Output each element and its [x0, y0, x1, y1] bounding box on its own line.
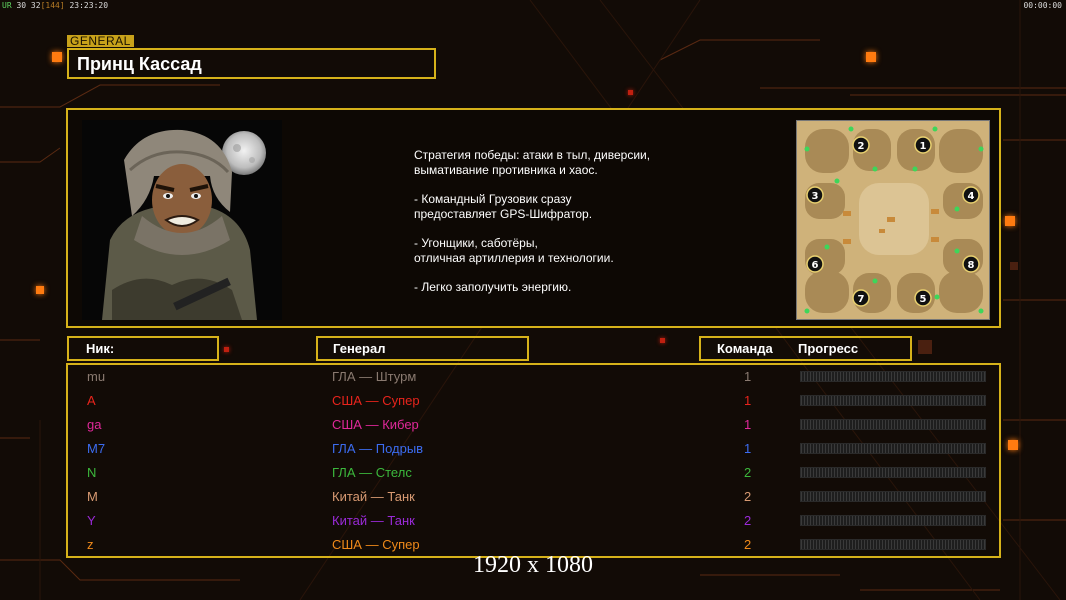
spawn-label: 7 — [858, 294, 865, 305]
player-progress-bar — [800, 395, 986, 406]
player-progress-bar — [800, 419, 986, 430]
player-nick: Y — [87, 513, 96, 528]
minimap: 1 2 3 4 5 6 7 8 — [796, 120, 990, 320]
decor-square — [628, 90, 633, 95]
spawn-label: 2 — [858, 141, 865, 152]
player-row: Y Китай — Танк 2 — [68, 511, 999, 533]
decor-square — [52, 52, 62, 62]
player-general: Китай — Танк — [332, 513, 415, 528]
player-team: 2 — [744, 489, 752, 504]
nick-header: Ник: — [67, 336, 219, 361]
clock: 23:23:20 — [69, 1, 109, 10]
player-nick: A — [87, 393, 96, 408]
player-nick: M7 — [87, 441, 106, 456]
general-info-panel: Стратегия победы: атаки в тыл, диверсии,… — [66, 108, 1001, 328]
spawn-marker: 5 — [914, 289, 932, 307]
player-team: 2 — [744, 513, 752, 528]
player-progress-bar — [800, 491, 986, 502]
spawn-label: 3 — [812, 191, 819, 202]
player-team: 1 — [744, 393, 752, 408]
player-general: ГЛА — Подрыв — [332, 441, 424, 456]
player-team: 2 — [744, 537, 752, 552]
player-progress-bar — [800, 539, 986, 550]
player-progress-bar — [800, 467, 986, 478]
decor-square — [224, 347, 229, 352]
player-general: США — Супер — [332, 537, 420, 552]
player-general: ГЛА — Штурм — [332, 369, 417, 384]
general-portrait — [82, 120, 282, 320]
decor-square — [866, 52, 876, 62]
player-row: ga США — Кибер 1 — [68, 415, 999, 437]
spawn-label: 5 — [920, 294, 927, 305]
strategy-description: Стратегия победы: атаки в тыл, диверсии,… — [414, 148, 754, 309]
player-row: mu ГЛА — Штурм 1 — [68, 367, 999, 389]
player-nick: N — [87, 465, 97, 480]
strategy-line: Стратегия победы: атаки в тыл, диверсии,… — [414, 148, 651, 177]
progress-header-label: Прогресс — [798, 341, 859, 356]
player-general: ГЛА — Стелс — [332, 465, 412, 480]
spawn-label: 8 — [968, 260, 975, 271]
player-nick: mu — [87, 369, 106, 384]
decor-square — [36, 286, 44, 294]
spawn-label: 4 — [968, 191, 975, 202]
strategy-line: - Легко заполучить энергию. — [414, 280, 572, 294]
general-header: Генерал — [316, 336, 529, 361]
player-team: 1 — [744, 441, 752, 456]
player-nick: z — [87, 537, 94, 552]
spawn-marker: 2 — [852, 136, 870, 154]
spawn-marker: 6 — [806, 255, 824, 273]
general-name: Принц Кассад — [77, 54, 202, 74]
resolution-label: 1920 x 1080 — [473, 552, 593, 578]
general-tag: GENERAL — [67, 35, 134, 47]
spawn-label: 6 — [812, 260, 819, 271]
fps-values: 30 32 — [16, 1, 41, 10]
decor-square — [1010, 262, 1018, 270]
team-progress-header: Команда Прогресс — [699, 336, 912, 361]
decor-square — [918, 340, 932, 354]
general-name-box: Принц Кассад — [67, 48, 436, 79]
player-team: 1 — [744, 417, 752, 432]
player-list: mu ГЛА — Штурм 1 A США — Супер 1 ga США — Кибер… — [66, 363, 1001, 558]
strategy-line: - Командный Грузовик сразу предоставляет… — [414, 192, 593, 221]
player-row: N ГЛА — Стелс 2 — [68, 463, 999, 485]
player-progress-bar — [800, 443, 986, 454]
strategy-line: - Угонщики, саботёры, отличная артиллери… — [414, 236, 614, 265]
player-nick: M — [87, 489, 98, 504]
spawn-marker: 7 — [852, 289, 870, 307]
player-row: M Китай — Танк 2 — [68, 487, 999, 509]
minimap-image: 1 2 3 4 5 6 7 8 — [797, 121, 989, 319]
fps-label: UR — [2, 1, 12, 10]
spawn-marker: 8 — [962, 255, 980, 273]
player-progress-bar — [800, 371, 986, 382]
spawn-label: 1 — [920, 141, 927, 152]
team-header-label: Команда — [717, 341, 773, 356]
player-general: Китай — Танк — [332, 489, 415, 504]
player-row: A США — Супер 1 — [68, 391, 999, 413]
general-header-label: Генерал — [333, 341, 386, 356]
fps-counter: UR 30 32[144] 23:23:20 — [2, 1, 108, 10]
player-general: США — Кибер — [332, 417, 419, 432]
game-timer: 00:00:00 — [1023, 1, 1062, 10]
player-general: США — Супер — [332, 393, 420, 408]
player-progress-bar — [800, 515, 986, 526]
decor-square — [660, 338, 665, 343]
nick-header-label: Ник: — [86, 341, 115, 356]
player-row: M7 ГЛА — Подрыв 1 — [68, 439, 999, 461]
player-team: 2 — [744, 465, 752, 480]
player-nick: ga — [87, 417, 102, 432]
spawn-marker: 4 — [962, 186, 980, 204]
player-team: 1 — [744, 369, 752, 384]
decor-square — [1008, 440, 1018, 450]
spawn-marker: 3 — [806, 186, 824, 204]
spawn-marker: 1 — [914, 136, 932, 154]
fps-bracket: [144] — [40, 1, 65, 10]
general-portrait-image — [82, 120, 282, 320]
decor-square — [1005, 216, 1015, 226]
